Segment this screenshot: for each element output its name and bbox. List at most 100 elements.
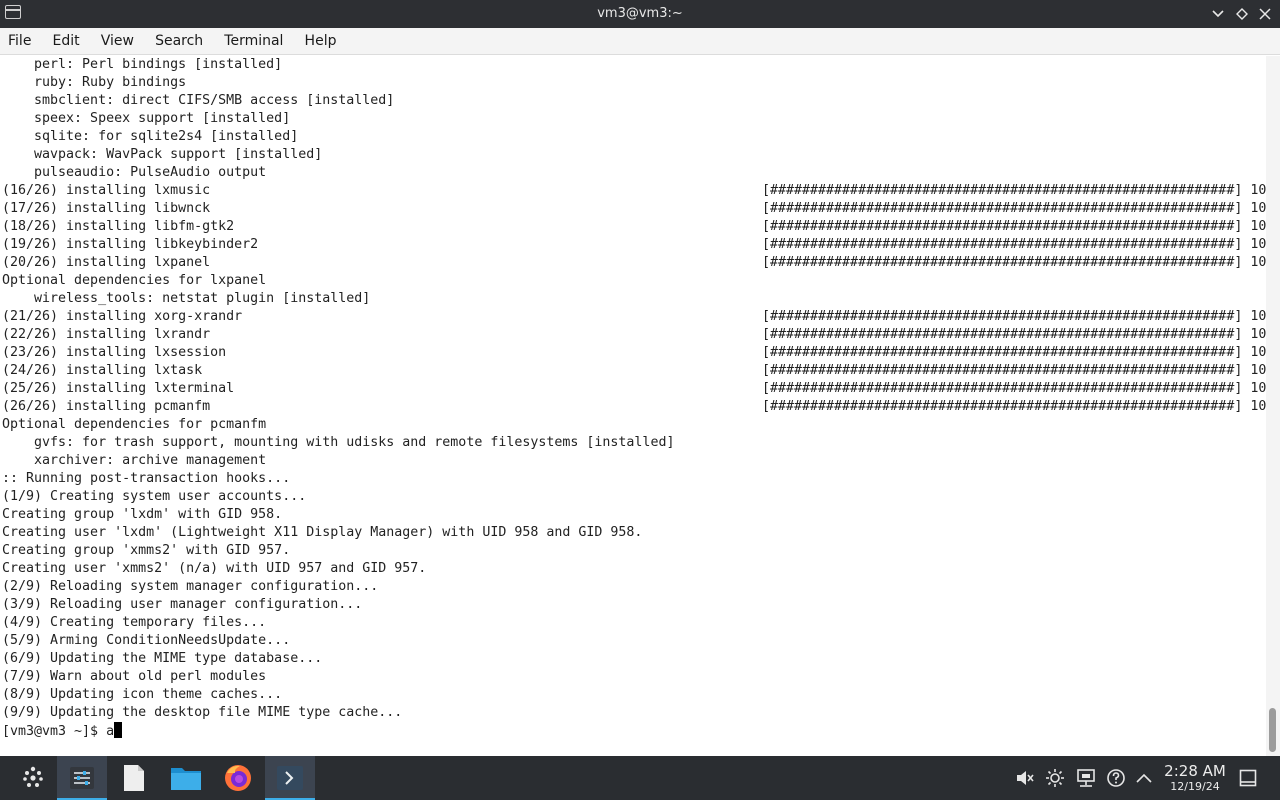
terminal-line: :: Running post-transaction hooks...	[2, 470, 674, 488]
menu-help[interactable]: Help	[297, 28, 345, 55]
show-desktop-button[interactable]	[1238, 768, 1258, 788]
terminal-line: (26/26) installing pcmanfm [#############…	[2, 398, 1266, 416]
terminal-line: (16/26) installing lxmusic [#############…	[2, 182, 1266, 200]
terminal-line-text: (16/26) installing lxmusic	[2, 183, 211, 198]
taskbar-text-editor[interactable]	[109, 756, 159, 800]
taskbar-system-settings[interactable]	[57, 756, 107, 800]
terminal-line-text: (8/9) Updating icon theme caches...	[2, 687, 283, 702]
terminal-line-text: (26/26) installing pcmanfm	[2, 399, 211, 414]
terminal-line-text: (21/26) installing xorg-xrandr	[2, 309, 243, 324]
system-settings-icon	[70, 767, 94, 789]
terminal-line: (4/9) Creating temporary files...	[2, 614, 674, 632]
volume-button[interactable]	[1015, 768, 1035, 788]
taskbar-firefox[interactable]	[213, 756, 263, 800]
file-manager-folder-icon	[171, 768, 201, 790]
terminal-line: (21/26) installing xorg-xrandr [#########…	[2, 308, 1266, 326]
progress-bar-text: [#######################################…	[762, 237, 1266, 252]
terminal-output[interactable]: perl: Perl bindings [installed] ruby: Ru…	[0, 56, 1266, 756]
terminal-line: wavpack: WavPack support [installed]	[2, 146, 674, 164]
terminal-scrollbar[interactable]	[1266, 56, 1280, 756]
terminal-line-text: :: Running post-transaction hooks...	[2, 471, 291, 486]
terminal-line-text: (2/9) Reloading system manager configura…	[2, 579, 379, 594]
application-launcher-button[interactable]	[8, 756, 58, 800]
terminal-line-text: pulseaudio: PulseAudio output	[2, 165, 267, 180]
terminal-line-text: (9/9) Updating the desktop file MIME typ…	[2, 705, 403, 720]
terminal-line: wireless_tools: netstat plugin [installe…	[2, 290, 674, 308]
terminal-line: smbclient: direct CIFS/SMB access [insta…	[2, 92, 674, 110]
brightness-button[interactable]	[1045, 768, 1065, 788]
clock-date: 12/19/24	[1170, 780, 1220, 793]
terminal-line-text: smbclient: direct CIFS/SMB access [insta…	[2, 93, 395, 108]
terminal-line: Optional dependencies for lxpanel	[2, 272, 674, 290]
show-desktop-icon	[1239, 769, 1257, 787]
command-input-text[interactable]: a	[106, 724, 114, 739]
terminal-line-text: (25/26) installing lxterminal	[2, 381, 235, 396]
terminal-line: (9/9) Updating the desktop file MIME typ…	[2, 704, 674, 722]
taskbar-terminal[interactable]	[265, 756, 315, 800]
progress-bar-text: [#######################################…	[762, 345, 1266, 360]
terminal-line: (19/26) installing libkeybinder2 [#######…	[2, 236, 1266, 254]
terminal-line-text: Optional dependencies for pcmanfm	[2, 417, 267, 432]
terminal-line: (5/9) Arming ConditionNeedsUpdate...	[2, 632, 674, 650]
window-title: vm3@vm3:~	[597, 6, 683, 21]
menu-search[interactable]: Search	[147, 28, 211, 55]
terminal-line-text: (3/9) Reloading user manager configurati…	[2, 597, 363, 612]
digital-clock[interactable]: 2:28 AM 12/19/24	[1158, 763, 1232, 794]
menu-file[interactable]: File	[0, 28, 39, 55]
terminal-line: (6/9) Updating the MIME type database...	[2, 650, 674, 668]
terminal-line-text: (20/26) installing lxpanel	[2, 255, 211, 270]
terminal-line-text: sqlite: for sqlite2s4 [installed]	[2, 129, 299, 144]
terminal-line-text: Creating group 'xmms2' with GID 957.	[2, 543, 291, 558]
terminal-line-text: (7/9) Warn about old perl modules	[2, 669, 267, 684]
terminal-line: gvfs: for trash support, mounting with u…	[2, 434, 674, 452]
terminal-line: (17/26) installing libwnck [#############…	[2, 200, 1266, 218]
terminal-line-text: (19/26) installing libkeybinder2	[2, 237, 259, 252]
taskbar-file-manager[interactable]	[161, 756, 211, 800]
terminal-line: Creating group 'lxdm' with GID 958.	[2, 506, 674, 524]
terminal-line: speex: Speex support [installed]	[2, 110, 674, 128]
chevron-up-icon	[1136, 773, 1152, 783]
terminal-line: (25/26) installing lxterminal [##########…	[2, 380, 1266, 398]
terminal-line-text: Optional dependencies for lxpanel	[2, 273, 267, 288]
application-launcher-icon	[23, 766, 43, 787]
brightness-icon	[1046, 769, 1064, 787]
chevron-down-icon	[1212, 10, 1224, 18]
terminal-line-text: Creating user 'lxdm' (Lightweight X11 Di…	[2, 525, 643, 540]
network-button[interactable]	[1076, 768, 1096, 788]
terminal-line: perl: Perl bindings [installed]	[2, 56, 674, 74]
maximize-button[interactable]	[1232, 4, 1252, 24]
terminal-line-text: xarchiver: archive management	[2, 453, 267, 468]
terminal-line-text: (17/26) installing libwnck	[2, 201, 211, 216]
terminal-line-text: (22/26) installing lxrandr	[2, 327, 211, 342]
clock-time: 2:28 AM	[1164, 762, 1226, 780]
window-titlebar[interactable]: vm3@vm3:~	[0, 0, 1280, 28]
progress-bar-text: [#######################################…	[762, 381, 1266, 396]
close-button[interactable]	[1255, 4, 1275, 24]
terminal-line: (18/26) installing libfm-gtk2 [##########…	[2, 218, 1266, 236]
menu-view[interactable]: View	[93, 28, 142, 55]
progress-bar-text: [#######################################…	[762, 363, 1266, 378]
muted-speaker-icon	[1017, 771, 1034, 785]
progress-bar-text: [#######################################…	[762, 399, 1266, 414]
terminal-icon	[277, 766, 303, 790]
progress-bar-text: [#######################################…	[762, 327, 1266, 342]
progress-bar-text: [#######################################…	[762, 309, 1266, 324]
tray-expand-button[interactable]	[1134, 768, 1154, 788]
command-prompt-line[interactable]: [vm3@vm3 ~]$ a	[2, 722, 674, 740]
menu-edit[interactable]: Edit	[45, 28, 88, 55]
firefox-icon	[225, 765, 251, 791]
terminal-line-text: (1/9) Creating system user accounts...	[2, 489, 307, 504]
terminal-line-text: (24/26) installing lxtask	[2, 363, 203, 378]
scrollbar-thumb[interactable]	[1269, 708, 1276, 752]
help-button[interactable]	[1106, 768, 1126, 788]
terminal-line: sqlite: for sqlite2s4 [installed]	[2, 128, 674, 146]
terminal-line-text: perl: Perl bindings [installed]	[2, 57, 283, 72]
terminal-line: (22/26) installing lxrandr [#############…	[2, 326, 1266, 344]
menu-terminal[interactable]: Terminal	[216, 28, 291, 55]
terminal-line: Optional dependencies for pcmanfm	[2, 416, 674, 434]
minimize-button[interactable]	[1208, 4, 1228, 24]
terminal-line: (8/9) Updating icon theme caches...	[2, 686, 674, 704]
terminal-line-text: Creating group 'lxdm' with GID 958.	[2, 507, 283, 522]
menu-bar: File Edit View Search Terminal Help	[0, 28, 1280, 55]
terminal-line: (1/9) Creating system user accounts...	[2, 488, 674, 506]
